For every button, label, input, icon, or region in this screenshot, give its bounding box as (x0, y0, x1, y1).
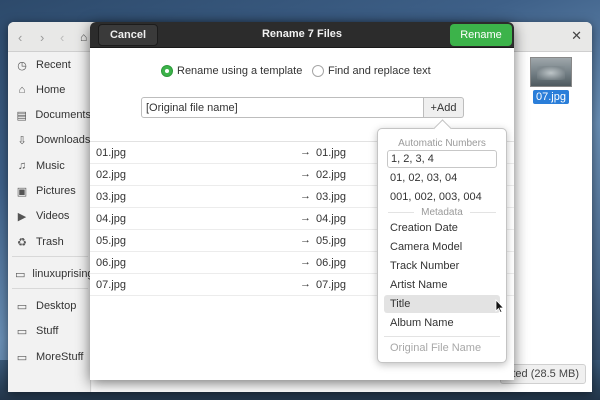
sidebar-item-label: Recent (36, 59, 71, 71)
sidebar-item-label: Music (36, 160, 65, 172)
sidebar-item-desktop[interactable]: ▭ Desktop (8, 295, 91, 317)
close-icon[interactable]: ✕ (571, 28, 582, 44)
radio-label: Find and replace text (328, 65, 431, 77)
music-icon: ♫ (17, 160, 27, 172)
new-name: 03.jpg (316, 191, 346, 203)
new-name: 02.jpg (316, 169, 346, 181)
menu-separator (384, 336, 500, 337)
add-button[interactable]: +Add (424, 97, 464, 118)
sidebar-item-label: Videos (36, 210, 70, 222)
menu-item-album-name[interactable]: Album Name (384, 314, 500, 332)
menu-item-title[interactable]: Title (384, 295, 500, 313)
sidebar-item-videos[interactable]: ▶ Videos (8, 205, 91, 227)
arrow-icon: → (300, 146, 311, 158)
folder-icon: ▭ (16, 325, 28, 338)
sidebar-item-label: Desktop (36, 300, 77, 312)
sidebar-item-morestuff[interactable]: ▭ MoreStuff (8, 346, 91, 368)
menu-item-number-001002003004[interactable]: 001, 002, 003, 004 (384, 188, 500, 206)
radio-indicator[interactable] (312, 65, 324, 77)
arrow-icon: → (300, 168, 311, 180)
video-icon: ▶ (17, 210, 27, 223)
path-left-arrow-icon[interactable]: ‹ (60, 30, 64, 45)
sidebar-item-documents[interactable]: ▤ Documents (8, 104, 91, 126)
original-name: 06.jpg (96, 257, 126, 269)
template-input[interactable] (141, 97, 424, 118)
original-name: 07.jpg (96, 279, 126, 291)
folder-icon: ▭ (16, 351, 28, 364)
sidebar-item-label: Trash (36, 236, 64, 248)
menu-item-artist-name[interactable]: Artist Name (384, 276, 500, 294)
sidebar-item-label: Pictures (36, 185, 76, 197)
sidebar-item-label: MoreStuff (36, 351, 84, 363)
sidebar: ◷ Recent ⌂ Home ▤ Documents ⇩ Downloads … (8, 52, 91, 392)
sidebar-separator (12, 256, 88, 257)
sidebar-item-stuff[interactable]: ▭ Stuff (8, 320, 91, 342)
sidebar-item-label: linuxuprising (32, 268, 91, 280)
selected-file-label[interactable]: 07.jpg (533, 90, 569, 104)
new-name: 05.jpg (316, 235, 346, 247)
original-name: 05.jpg (96, 235, 126, 247)
picture-icon: ▣ (16, 185, 28, 198)
sidebar-separator (12, 288, 88, 289)
clock-icon: ◷ (17, 59, 27, 72)
menu-item-camera-model[interactable]: Camera Model (384, 238, 500, 256)
new-name: 06.jpg (316, 257, 346, 269)
add-tag-popover: Automatic Numbers 1, 2, 3, 4 01, 02, 03,… (377, 128, 507, 363)
trash-icon: ♻ (17, 236, 27, 249)
dialog-headerbar: Cancel Rename 7 Files Rename (90, 22, 514, 48)
original-name: 03.jpg (96, 191, 126, 203)
menu-item-creation-date[interactable]: Creation Date (384, 219, 500, 237)
new-name: 04.jpg (316, 213, 346, 225)
home-icon: ⌂ (18, 84, 26, 96)
folder-icon: ▭ (16, 300, 28, 313)
forward-arrow-icon[interactable]: › (40, 30, 44, 45)
home-path-icon[interactable]: ⌂ (80, 30, 87, 44)
image-thumbnail[interactable] (530, 57, 572, 87)
menu-item-original-file-name: Original File Name (390, 342, 482, 354)
original-name: 02.jpg (96, 169, 126, 181)
sidebar-item-trash[interactable]: ♻ Trash (8, 231, 91, 253)
sidebar-item-downloads[interactable]: ⇩ Downloads (8, 129, 91, 151)
document-icon: ▤ (16, 109, 27, 122)
original-name: 01.jpg (96, 147, 126, 159)
sidebar-item-pictures[interactable]: ▣ Pictures (8, 180, 91, 202)
radio-indicator[interactable] (161, 65, 173, 77)
arrow-icon: → (300, 278, 311, 290)
new-name: 07.jpg (316, 279, 346, 291)
menu-item-number-01020304[interactable]: 01, 02, 03, 04 (384, 169, 500, 187)
automatic-numbers-heading: Automatic Numbers (398, 138, 486, 149)
menu-item-track-number[interactable]: Track Number (384, 257, 500, 275)
original-name: 04.jpg (96, 213, 126, 225)
sidebar-item-music[interactable]: ♫ Music (8, 155, 91, 177)
sidebar-item-label: Documents (35, 109, 91, 121)
arrow-icon: → (300, 190, 311, 202)
mouse-pointer-icon (495, 299, 505, 313)
download-icon: ⇩ (17, 134, 27, 147)
rename-button[interactable]: Rename (450, 24, 512, 46)
sidebar-item-recent[interactable]: ◷ Recent (8, 54, 91, 76)
arrow-icon: → (300, 256, 311, 268)
sidebar-item-home[interactable]: ⌂ Home (8, 79, 91, 101)
radio-rename-template[interactable]: Rename using a template (161, 65, 302, 77)
back-arrow-icon[interactable]: ‹ (18, 30, 22, 45)
radio-find-replace[interactable]: Find and replace text (312, 65, 431, 77)
new-name: 01.jpg (316, 147, 346, 159)
radio-label: Rename using a template (177, 65, 303, 77)
menu-item-number-1234[interactable]: 1, 2, 3, 4 (387, 150, 497, 168)
sidebar-item-label: Downloads (36, 134, 91, 146)
drive-icon: ▭ (15, 268, 26, 281)
sidebar-item-linuxuprising[interactable]: ▭ linuxuprising (8, 263, 91, 285)
metadata-heading: Metadata (414, 207, 470, 218)
arrow-icon: → (300, 234, 311, 246)
sidebar-item-label: Home (36, 84, 66, 96)
sidebar-item-label: Stuff (36, 325, 59, 337)
arrow-icon: → (300, 212, 311, 224)
